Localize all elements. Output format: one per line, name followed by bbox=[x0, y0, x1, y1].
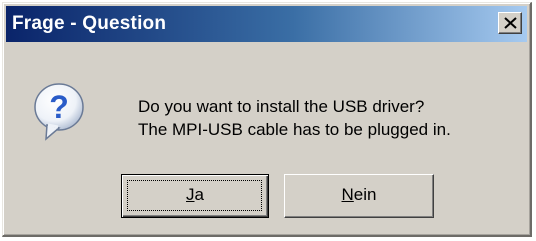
message-line-1: Do you want to install the USB driver? bbox=[138, 97, 425, 116]
no-mnemonic: N bbox=[341, 185, 354, 204]
yes-mnemonic: J bbox=[186, 185, 195, 204]
window-title: Frage - Question bbox=[12, 13, 167, 34]
message-text: Do you want to install the USB driver? T… bbox=[138, 95, 451, 141]
title-bar[interactable]: Frage - Question bbox=[6, 6, 527, 42]
close-button[interactable] bbox=[498, 12, 522, 34]
yes-button[interactable]: Ja bbox=[121, 174, 269, 218]
no-label-rest: ein bbox=[353, 185, 377, 204]
close-icon bbox=[504, 17, 517, 29]
question-icon: ? bbox=[34, 83, 84, 141]
message-line-2: The MPI-USB cable has to be plugged in. bbox=[138, 120, 451, 139]
question-dialog: Frage - Question ? Do you want to instal… bbox=[2, 2, 532, 237]
svg-text:?: ? bbox=[49, 89, 69, 125]
yes-label-rest: a bbox=[194, 185, 204, 204]
no-button[interactable]: Nein bbox=[284, 174, 434, 218]
